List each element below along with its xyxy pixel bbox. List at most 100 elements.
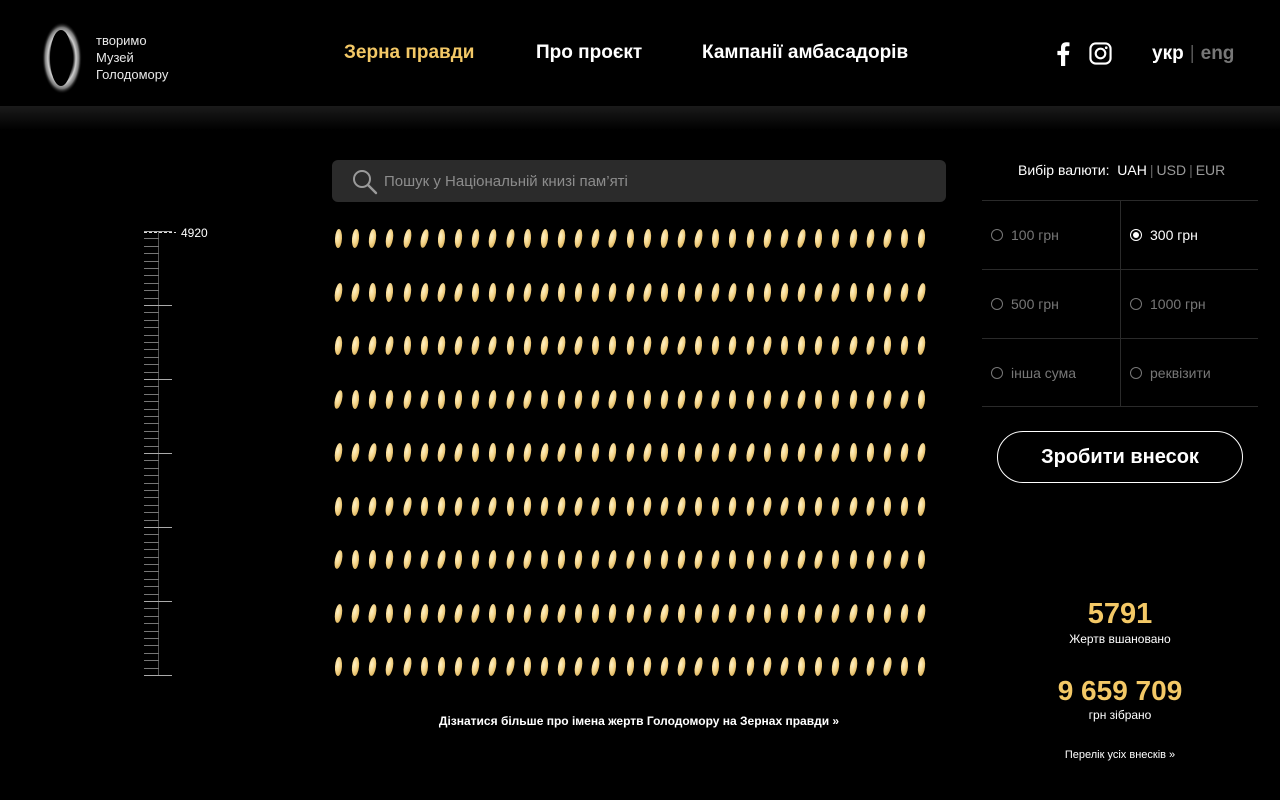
grain[interactable] xyxy=(384,335,396,356)
grain[interactable] xyxy=(779,282,790,302)
grain[interactable] xyxy=(848,656,858,677)
grain[interactable] xyxy=(916,603,927,623)
grain[interactable] xyxy=(761,335,773,356)
grain[interactable] xyxy=(847,496,859,516)
grain[interactable] xyxy=(899,442,910,463)
grain[interactable] xyxy=(779,549,790,570)
grain[interactable] xyxy=(556,228,567,249)
search-input[interactable] xyxy=(384,160,924,202)
grain[interactable] xyxy=(865,282,875,302)
grain[interactable] xyxy=(711,228,720,249)
grain[interactable] xyxy=(641,281,653,303)
grain[interactable] xyxy=(642,335,653,356)
grain[interactable] xyxy=(899,335,909,356)
grain[interactable] xyxy=(624,282,636,302)
grain[interactable] xyxy=(540,549,549,570)
grain[interactable] xyxy=(762,549,772,570)
grain[interactable] xyxy=(368,656,378,677)
grain[interactable] xyxy=(778,495,790,517)
grain[interactable] xyxy=(539,335,550,356)
grain[interactable] xyxy=(676,495,687,517)
grain[interactable] xyxy=(591,603,601,623)
grain[interactable] xyxy=(608,335,618,356)
grain[interactable] xyxy=(883,496,892,516)
grain[interactable] xyxy=(590,228,601,249)
grain[interactable] xyxy=(763,442,772,463)
grain[interactable] xyxy=(813,549,825,570)
grain[interactable] xyxy=(813,442,824,463)
grain[interactable] xyxy=(676,549,687,570)
grain[interactable] xyxy=(556,335,567,356)
grain[interactable] xyxy=(659,549,669,570)
grain[interactable] xyxy=(453,335,464,356)
grain[interactable] xyxy=(659,389,669,409)
grain[interactable] xyxy=(745,549,755,570)
grain[interactable] xyxy=(539,442,550,463)
grain[interactable] xyxy=(350,442,361,463)
grain[interactable] xyxy=(470,496,481,516)
grain[interactable] xyxy=(796,603,807,623)
grain[interactable] xyxy=(350,335,361,356)
grain[interactable] xyxy=(641,442,653,463)
grain[interactable] xyxy=(419,603,429,623)
grain[interactable] xyxy=(505,442,515,463)
grain[interactable] xyxy=(436,603,447,623)
amount-option-other[interactable]: інша сума xyxy=(982,339,1120,407)
grain[interactable] xyxy=(848,228,858,249)
grain[interactable] xyxy=(538,281,550,303)
grain[interactable] xyxy=(539,656,549,677)
grain[interactable] xyxy=(847,335,859,356)
currency-usd[interactable]: USD xyxy=(1157,162,1187,178)
grain[interactable] xyxy=(402,442,412,463)
grain[interactable] xyxy=(591,442,601,463)
grain[interactable] xyxy=(864,656,876,677)
grain[interactable] xyxy=(745,389,755,409)
grain[interactable] xyxy=(864,335,876,356)
grain[interactable] xyxy=(762,656,773,677)
grain[interactable] xyxy=(865,228,876,249)
grain[interactable] xyxy=(556,602,567,624)
grain[interactable] xyxy=(797,656,806,677)
grain[interactable] xyxy=(367,335,378,356)
grain[interactable] xyxy=(334,228,343,249)
grain[interactable] xyxy=(916,281,927,303)
grain[interactable] xyxy=(779,228,790,249)
grain[interactable] xyxy=(333,282,344,302)
grain[interactable] xyxy=(676,656,687,677)
grain[interactable] xyxy=(401,228,413,249)
grain[interactable] xyxy=(487,228,498,249)
grain[interactable] xyxy=(916,335,927,356)
grain[interactable] xyxy=(471,549,481,570)
grain[interactable] xyxy=(625,496,635,516)
grain[interactable] xyxy=(882,603,892,623)
grain[interactable] xyxy=(435,549,447,570)
grain[interactable] xyxy=(710,442,721,463)
grain[interactable] xyxy=(744,335,756,356)
grain[interactable] xyxy=(607,282,618,302)
grain[interactable] xyxy=(453,656,464,677)
grain[interactable] xyxy=(402,603,412,623)
grain[interactable] xyxy=(881,656,893,677)
grain[interactable] xyxy=(573,389,584,409)
grain[interactable] xyxy=(676,228,687,249)
grain[interactable] xyxy=(642,389,652,409)
grain[interactable] xyxy=(659,228,670,249)
grain[interactable] xyxy=(710,549,722,570)
grain[interactable] xyxy=(814,496,824,516)
grain[interactable] xyxy=(711,335,721,356)
grain[interactable] xyxy=(625,656,635,677)
grain[interactable] xyxy=(693,656,705,677)
grain[interactable] xyxy=(660,442,669,463)
grain[interactable] xyxy=(556,496,567,516)
grain[interactable] xyxy=(454,549,463,570)
grain[interactable] xyxy=(385,282,395,302)
grain[interactable] xyxy=(402,549,413,570)
grain[interactable] xyxy=(333,442,344,463)
grain[interactable] xyxy=(540,389,549,409)
grain[interactable] xyxy=(865,389,876,409)
grain[interactable] xyxy=(453,496,464,516)
grain[interactable] xyxy=(883,335,892,356)
amount-option-300[interactable]: 300 грн xyxy=(1121,201,1259,269)
grain[interactable] xyxy=(676,389,687,409)
grain[interactable] xyxy=(367,602,379,624)
